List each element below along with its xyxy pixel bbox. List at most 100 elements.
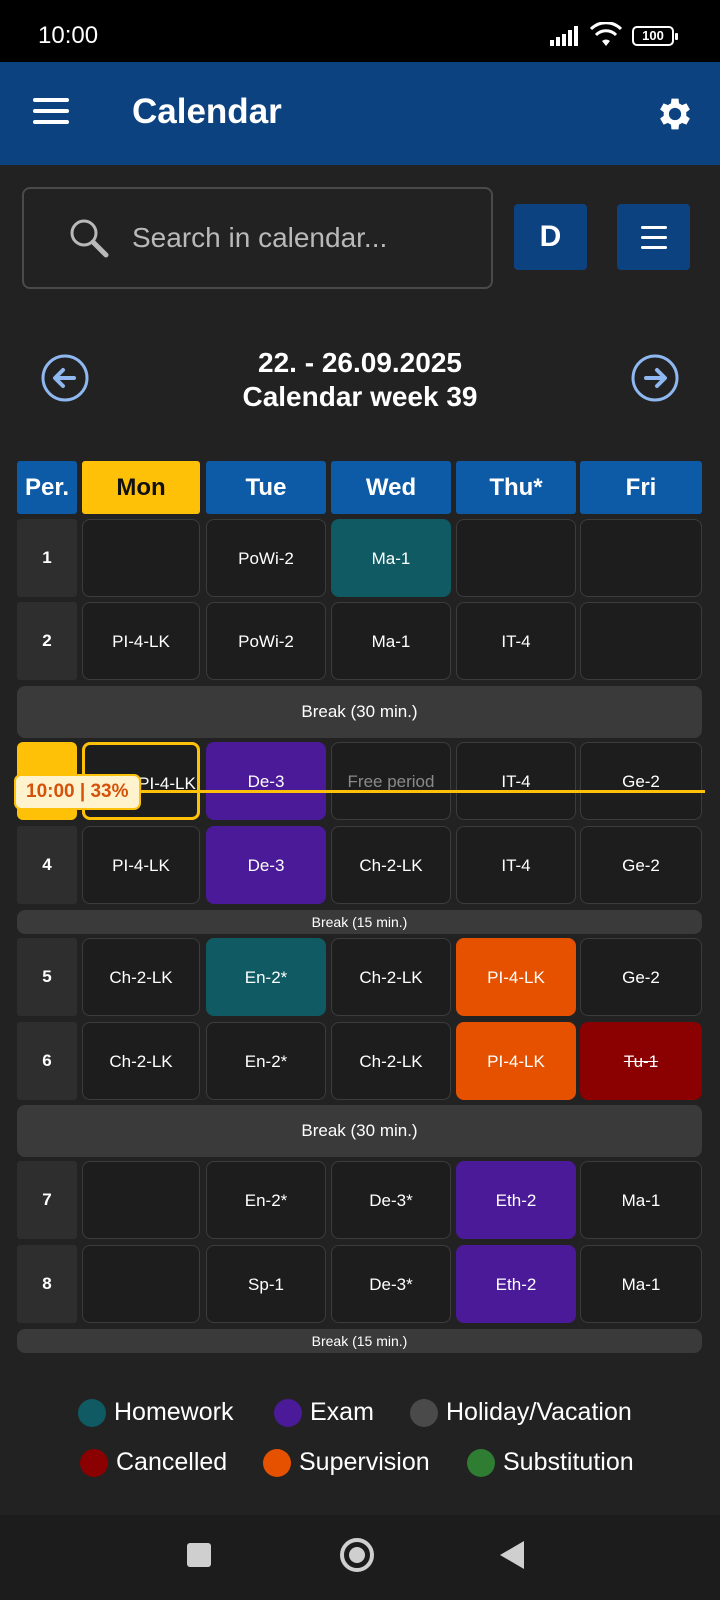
break-bar: Break (30 min.) — [17, 686, 702, 738]
lesson-cell-mon[interactable]: Ch-2-LK — [82, 1022, 200, 1100]
legend-swatch — [263, 1448, 291, 1477]
lesson-cell-tue[interactable]: De-3 — [206, 826, 326, 904]
lesson-cell-mon[interactable] — [82, 1245, 200, 1323]
lesson-cell-mon[interactable]: Ch-2-LK — [82, 938, 200, 1016]
signal-icon — [550, 26, 578, 46]
next-week-icon[interactable] — [630, 353, 680, 403]
period-number: 8 — [17, 1245, 77, 1323]
lesson-cell-fri[interactable]: Ge-2 — [580, 742, 702, 820]
lesson-label: Ma-1 — [621, 1191, 661, 1210]
header-tue: Tue — [206, 461, 326, 514]
lesson-cell-tue[interactable]: En-2* — [206, 1161, 326, 1239]
lesson-cell-thu[interactable] — [456, 519, 576, 597]
lesson-label: Sp-1 — [248, 1275, 284, 1294]
lesson-cell-tue[interactable]: En-2* — [206, 1022, 326, 1100]
lesson-cell-thu[interactable]: IT-4 — [456, 826, 576, 904]
lesson-cell-wed[interactable]: Free period — [331, 742, 451, 820]
lesson-label: PI-4-LK — [112, 856, 170, 875]
lesson-cell-tue[interactable]: De-3 — [206, 742, 326, 820]
lesson-cell-thu[interactable]: Eth-2 — [456, 1161, 576, 1239]
lesson-label: Ge-2 — [622, 772, 660, 791]
lesson-label: IT-4 — [501, 632, 531, 651]
header-mon: Mon — [82, 461, 200, 514]
lesson-label: Ge-2 — [622, 968, 660, 987]
list-view-button[interactable] — [617, 204, 690, 270]
lesson-label: En-2* — [244, 1052, 288, 1071]
wifi-icon — [590, 22, 622, 46]
lesson-cell-fri[interactable] — [580, 602, 702, 680]
lesson-cell-mon[interactable]: PI-4-LK — [82, 826, 200, 904]
legend: Homework Exam Holiday/Vacation Cancelled… — [0, 1375, 720, 1515]
lesson-cell-tue[interactable]: PoWi-2 — [206, 602, 326, 680]
period-number: 7 — [17, 1161, 77, 1239]
legend-homework: Homework — [78, 1398, 233, 1427]
lesson-cell-thu[interactable]: IT-4 — [456, 742, 576, 820]
lesson-cell-thu[interactable]: PI-4-LK — [456, 1022, 576, 1100]
header-wed: Wed — [331, 461, 451, 514]
lesson-cell-tue[interactable]: En-2* — [206, 938, 326, 1016]
lesson-cell-wed[interactable]: Ma-1 — [331, 602, 451, 680]
legend-swatch — [78, 1398, 106, 1427]
week-range: 22. - 26.09.2025 — [258, 347, 462, 378]
lesson-cell-wed[interactable]: De-3* — [331, 1161, 451, 1239]
lesson-label: Ma-1 — [371, 632, 411, 651]
legend-substitution: Substitution — [467, 1448, 634, 1477]
back-icon[interactable] — [498, 1539, 526, 1571]
lesson-label: Ch-2-LK — [359, 856, 423, 875]
lesson-cell-fri[interactable]: Ge-2 — [580, 938, 702, 1016]
lesson-cell-tue[interactable]: Sp-1 — [206, 1245, 326, 1323]
lesson-label: PoWi-2 — [238, 549, 294, 568]
search-box[interactable] — [22, 187, 493, 289]
home-icon[interactable] — [339, 1537, 375, 1573]
lesson-cell-fri[interactable] — [580, 519, 702, 597]
lesson-cell-thu[interactable]: PI-4-LK — [456, 938, 576, 1016]
lesson-cell-fri[interactable]: Ma-1 — [580, 1161, 702, 1239]
lesson-cell-mon[interactable] — [82, 519, 200, 597]
legend-exam: Exam — [274, 1398, 374, 1427]
legend-supervision: Supervision — [263, 1448, 430, 1477]
lesson-label: En-2* — [244, 1191, 288, 1210]
lesson-cell-wed[interactable]: Ma-1 — [331, 519, 451, 597]
lesson-cell-tue[interactable]: PoWi-2 — [206, 519, 326, 597]
legend-holiday: Holiday/Vacation — [410, 1398, 632, 1427]
legend-swatch — [274, 1398, 302, 1427]
lesson-cell-fri[interactable]: Tu-1 — [580, 1022, 702, 1100]
gear-icon[interactable] — [654, 93, 696, 135]
break-bar: Break (15 min.) — [17, 910, 702, 934]
battery-icon: 100 — [632, 26, 678, 46]
lesson-cell-wed[interactable]: De-3* — [331, 1245, 451, 1323]
lesson-label: Ma-1 — [371, 549, 411, 568]
lesson-cell-fri[interactable]: Ge-2 — [580, 826, 702, 904]
period-number: 4 — [17, 826, 77, 904]
search-input[interactable] — [132, 215, 472, 261]
lesson-label: Ch-2-LK — [359, 968, 423, 987]
header-fri: Fri — [580, 461, 702, 514]
lesson-cell-wed[interactable]: Ch-2-LK — [331, 938, 451, 1016]
legend-swatch — [467, 1448, 495, 1477]
lesson-label: Eth-2 — [495, 1191, 537, 1210]
break-bar: Break (15 min.) — [17, 1329, 702, 1353]
header-thu: Thu* — [456, 461, 576, 514]
lesson-cell-thu[interactable]: Eth-2 — [456, 1245, 576, 1323]
period-number: 2 — [17, 602, 77, 680]
lesson-label: PI-4-LK — [487, 1052, 545, 1071]
lesson-label: Ge-2 — [622, 856, 660, 875]
lesson-cell-wed[interactable]: Ch-2-LK — [331, 826, 451, 904]
lesson-label: De-3 — [247, 856, 285, 875]
lesson-label: PoWi-2 — [238, 632, 294, 651]
lesson-cell-wed[interactable]: Ch-2-LK — [331, 1022, 451, 1100]
period-number: 1 — [17, 519, 77, 597]
menu-icon[interactable] — [33, 98, 69, 126]
lesson-cell-mon[interactable] — [82, 1161, 200, 1239]
current-time-badge: 10:00 | 33% — [14, 774, 141, 810]
status-time: 10:00 — [38, 22, 99, 49]
lesson-label: Ch-2-LK — [109, 968, 173, 987]
lesson-cell-thu[interactable]: IT-4 — [456, 602, 576, 680]
lesson-cell-fri[interactable]: Ma-1 — [580, 1245, 702, 1323]
lesson-cell-mon[interactable]: PI-4-LK — [82, 602, 200, 680]
lesson-label: Free period — [347, 772, 435, 791]
lesson-label: Eth-2 — [495, 1275, 537, 1294]
recents-icon[interactable] — [186, 1542, 212, 1568]
day-view-button[interactable]: D — [514, 204, 587, 270]
period-number: 6 — [17, 1022, 77, 1100]
